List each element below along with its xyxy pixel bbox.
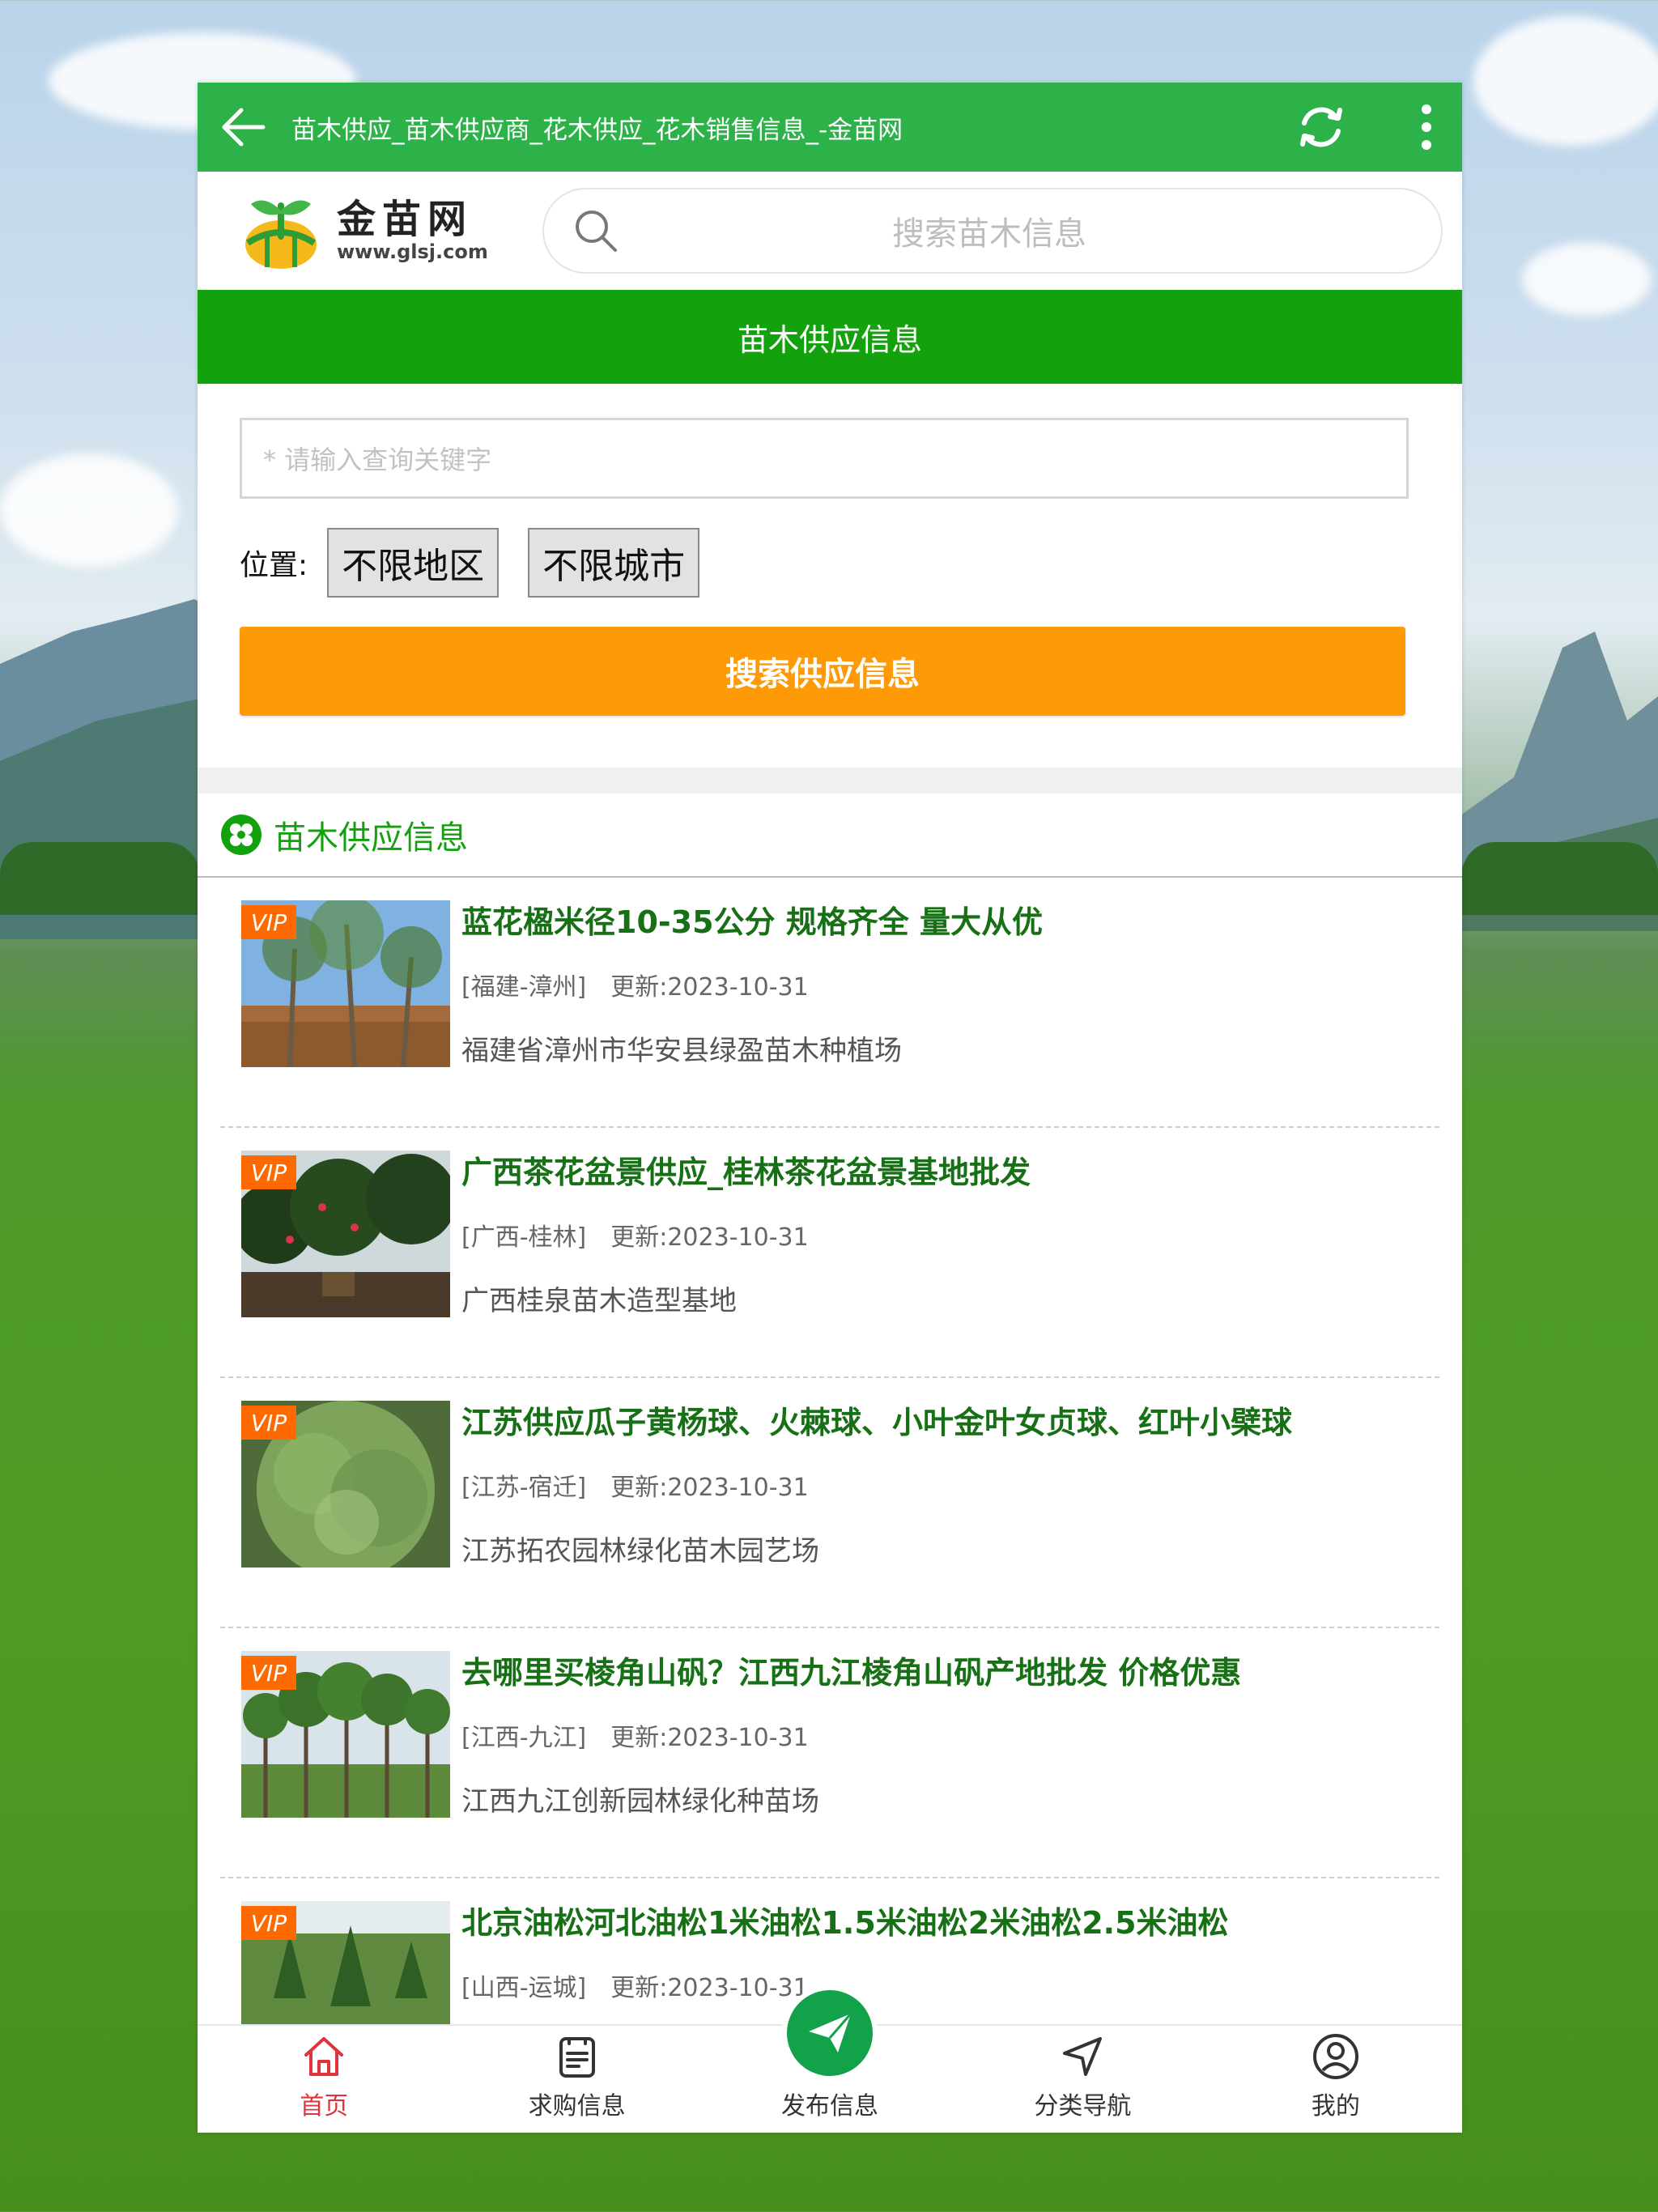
home-icon xyxy=(304,2037,344,2076)
item-title[interactable]: 广西茶花盆景供应_桂林茶花盆景基地批发 xyxy=(461,1152,1031,1193)
browser-topbar: 苗木供应_苗木供应商_花木供应_花木销售信息_-金苗网 xyxy=(198,83,1462,172)
tab-buy-label: 求购信息 xyxy=(528,2092,626,2121)
item-company: 福建省漳州市华安县绿盈苗木种植场 xyxy=(461,1035,902,1067)
tab-category[interactable]: 分类导航 xyxy=(956,2026,1209,2133)
list-heading: 苗木供应信息 xyxy=(198,793,1462,878)
bottom-tab-bar: 首页 求购信息 发布信息 分类导航 我的 xyxy=(198,1985,1462,2133)
navigation-arrow-icon xyxy=(1063,2037,1103,2076)
seedling-logo-icon xyxy=(245,200,317,269)
city-select[interactable]: 不限城市 xyxy=(528,528,700,598)
list-item[interactable]: VIP 去哪里买棱角山矾？江西九江棱角山矾产地批发 价格优惠 [江西-九江] 更新… xyxy=(220,1628,1439,1878)
mobile-page: 苗木供应_苗木供应商_花木供应_花木销售信息_-金苗网 金苗网 www.glsj… xyxy=(198,83,1462,2133)
more-menu-button[interactable] xyxy=(1410,95,1443,160)
user-icon xyxy=(1312,2034,1358,2079)
clover-icon xyxy=(221,815,261,855)
search-icon xyxy=(576,211,617,252)
more-vertical-icon xyxy=(1422,104,1431,150)
search-placeholder: 搜索苗木信息 xyxy=(892,215,1086,253)
refresh-button[interactable] xyxy=(1289,95,1354,160)
paper-plane-icon xyxy=(809,2013,852,2052)
region-select[interactable]: 不限地区 xyxy=(327,528,500,598)
logo-name: 金苗网 xyxy=(337,197,474,242)
list-item[interactable]: VIP 广西茶花盆景供应_桂林茶花盆景基地批发 [广西-桂林] 更新:2023-1… xyxy=(220,1128,1439,1378)
vip-badge: VIP xyxy=(241,905,296,939)
item-company: 广西桂泉苗木造型基地 xyxy=(461,1285,737,1317)
item-title[interactable]: 江苏供应瓜子黄杨球、火棘球、小叶金叶女贞球、红叶小檗球 xyxy=(461,1402,1292,1443)
item-company: 江西九江创新园林绿化种苗场 xyxy=(461,1785,819,1818)
tab-mine[interactable]: 我的 xyxy=(1209,2026,1462,2133)
search-form: * 请输入查询关键字 位置: 不限地区 不限城市 搜索供应信息 xyxy=(198,384,1462,768)
item-updated: 更新:2023-10-31 xyxy=(610,973,809,1002)
section-divider xyxy=(198,768,1462,793)
supply-list: VIP 蓝花楹米径10-35公分 规格齐全 量大从优 [福建-漳州] 更新:202… xyxy=(198,878,1462,2129)
logo-domain: www.glsj.com xyxy=(337,240,488,263)
product-thumbnail[interactable]: VIP xyxy=(241,1401,450,1568)
post-button[interactable] xyxy=(782,1985,878,2081)
document-icon xyxy=(559,2037,595,2078)
arrow-left-icon xyxy=(222,108,266,147)
tab-buy[interactable]: 求购信息 xyxy=(450,2026,703,2133)
back-button[interactable] xyxy=(217,101,269,153)
vip-badge: VIP xyxy=(241,1155,296,1189)
site-search-input[interactable]: 搜索苗木信息 xyxy=(542,188,1443,274)
item-updated: 更新:2023-10-31 xyxy=(610,1474,809,1502)
location-row: 位置: 不限地区 不限城市 xyxy=(240,528,1412,598)
product-thumbnail[interactable]: VIP xyxy=(241,900,450,1067)
list-heading-text: 苗木供应信息 xyxy=(274,819,468,857)
item-updated: 更新:2023-10-31 xyxy=(610,1724,809,1752)
item-region: [山西-运城] xyxy=(461,1974,587,2002)
page-title: 苗木供应_苗木供应商_花木供应_花木销售信息_-金苗网 xyxy=(291,115,903,145)
item-updated: 更新:2023-10-31 xyxy=(610,1223,809,1252)
item-region: [江苏-宿迁] xyxy=(461,1474,587,1502)
tab-post-label: 发布信息 xyxy=(781,2092,879,2121)
refresh-icon xyxy=(1300,107,1342,147)
tab-home[interactable]: 首页 xyxy=(198,2026,450,2133)
vip-badge: VIP xyxy=(241,1406,296,1440)
item-title[interactable]: 去哪里买棱角山矾？江西九江棱角山矾产地批发 价格优惠 xyxy=(461,1653,1241,1693)
location-label: 位置: xyxy=(240,549,308,582)
product-thumbnail[interactable]: VIP xyxy=(241,1151,450,1317)
list-item[interactable]: VIP 蓝花楹米径10-35公分 规格齐全 量大从优 [福建-漳州] 更新:202… xyxy=(220,878,1439,1128)
site-logo[interactable]: 金苗网 www.glsj.com xyxy=(240,189,507,272)
item-region: [江西-九江] xyxy=(461,1724,587,1752)
item-company: 江苏拓农园林绿化苗木园艺场 xyxy=(461,1535,819,1568)
item-region: [福建-漳州] xyxy=(461,973,587,1002)
item-title[interactable]: 北京油松河北油松1米油松1.5米油松2米油松2.5米油松 xyxy=(461,1903,1229,1943)
vip-badge: VIP xyxy=(241,1656,296,1690)
item-region: [广西-桂林] xyxy=(461,1223,587,1252)
tab-mine-label: 我的 xyxy=(1311,2092,1360,2121)
search-supply-button[interactable]: 搜索供应信息 xyxy=(240,627,1405,716)
vip-badge: VIP xyxy=(241,1906,296,1940)
item-title[interactable]: 蓝花楹米径10-35公分 规格齐全 量大从优 xyxy=(461,902,1043,942)
list-item[interactable]: VIP 江苏供应瓜子黄杨球、火棘球、小叶金叶女贞球、红叶小檗球 [江苏-宿迁] 更… xyxy=(220,1378,1439,1628)
product-thumbnail[interactable]: VIP xyxy=(241,1651,450,1818)
tab-home-label: 首页 xyxy=(300,2092,349,2121)
item-updated: 更新:2023-10-31 xyxy=(610,1974,809,2002)
section-banner: 苗木供应信息 xyxy=(198,290,1462,384)
keyword-input[interactable]: * 请输入查询关键字 xyxy=(240,418,1409,499)
site-header: 金苗网 www.glsj.com 搜索苗木信息 xyxy=(198,172,1462,290)
tab-category-label: 分类导航 xyxy=(1034,2092,1132,2121)
tab-post[interactable]: 发布信息 xyxy=(704,1985,956,2133)
